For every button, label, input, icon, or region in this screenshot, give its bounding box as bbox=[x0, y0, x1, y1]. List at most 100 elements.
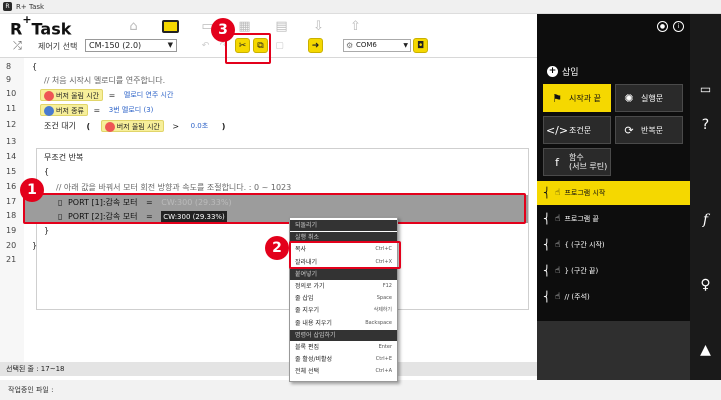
code-line[interactable]: 16 // 아래 값을 바꿔서 모터 회전 방향과 속도를 조절합니다. : 0… bbox=[0, 180, 537, 194]
menu-item-shortcut: Ctrl+A bbox=[375, 368, 392, 375]
operator: > bbox=[172, 121, 180, 131]
value-block[interactable]: 0.0초 bbox=[188, 120, 212, 132]
buzzer-type-block[interactable]: 버저 종류 bbox=[40, 104, 88, 116]
menu-item-shortcut: Ctrl+E bbox=[375, 356, 392, 363]
port-select[interactable]: ⚙ COM6 ▼ bbox=[343, 39, 411, 52]
block-label: 버저 울림 시간 bbox=[116, 123, 160, 131]
code-line[interactable]: 10 버저 울림 시간 = 멜로디 연주 시간 bbox=[0, 87, 537, 101]
category-button[interactable]: ✺ 실행문 bbox=[615, 84, 683, 112]
context-menu-item[interactable]: 전체 선택 Ctrl+A bbox=[290, 366, 397, 377]
context-menu-item[interactable]: 정의로 가기 F12 bbox=[290, 281, 397, 292]
line-number: 8 bbox=[6, 62, 12, 71]
loop-icon: ⟳ bbox=[624, 123, 634, 137]
user-icon[interactable]: ● bbox=[657, 21, 668, 32]
code-line[interactable]: 13 bbox=[0, 135, 537, 149]
shuffle-icon: ⤮ bbox=[13, 39, 22, 52]
footer-bar: 작업중인 파일 : bbox=[0, 380, 721, 400]
controller-select[interactable]: CM-150 (2.0) ▼ bbox=[85, 39, 177, 52]
title-bar: R R+ Task bbox=[0, 0, 721, 14]
context-menu-item[interactable]: 줄 내용 지우기 Backspace bbox=[290, 318, 397, 329]
command-item[interactable]: ⎨ ☝// (주석) bbox=[537, 285, 690, 309]
hand-pointer-icon: ☝ bbox=[555, 266, 561, 276]
code-line[interactable]: 19 } bbox=[0, 224, 537, 238]
command-panel: i ● + 삽입 ⚑ 시작과 끝 ✺ 실행문 </> 조건문 ⟳ 반복문 f 함수 (서브 루틴)… bbox=[537, 14, 690, 380]
menu-item-shortcut: Space bbox=[376, 295, 392, 302]
plus-icon: + bbox=[547, 66, 558, 77]
undo-icon[interactable]: ↶ bbox=[198, 38, 213, 53]
context-menu-item[interactable]: 줄 활성/비활성 Ctrl+E bbox=[290, 354, 397, 365]
context-menu-item[interactable]: 블록 편집 Enter bbox=[290, 342, 397, 353]
hand-pointer-icon: ☝ bbox=[555, 292, 561, 302]
function-icon[interactable]: f bbox=[690, 212, 721, 228]
comment-text: // 처음 시작시 멜로디를 연주합니다. bbox=[44, 76, 166, 85]
context-menu-item[interactable]: 줄 지우기 삭제하기 bbox=[290, 305, 397, 316]
help-icon[interactable]: ? bbox=[690, 117, 721, 133]
callout-badge-2: 2 bbox=[265, 236, 289, 260]
callout-badge-3: 3 bbox=[211, 18, 235, 42]
download-icon[interactable]: ⇩ bbox=[300, 16, 337, 36]
hand-pointer-icon: ☝ bbox=[555, 214, 561, 224]
buzzer-block[interactable]: 버저 울림 시간 bbox=[100, 120, 164, 132]
hand-pointer-icon: ☝ bbox=[555, 188, 561, 198]
info-icon[interactable]: i bbox=[673, 21, 684, 32]
context-menu-item[interactable]: 붙여넣기 bbox=[290, 268, 397, 280]
category-button[interactable]: ⚑ 시작과 끝 bbox=[543, 84, 611, 112]
category-button[interactable]: ⟳ 반복문 bbox=[615, 116, 683, 144]
port-value: COM6 bbox=[356, 41, 377, 49]
line-number: 14 bbox=[6, 152, 17, 161]
command-item[interactable]: ⎨ ☝ 프로그램 끝 bbox=[537, 207, 690, 231]
code-line[interactable]: 14 무조건 반복 bbox=[0, 150, 537, 164]
category-label: 조건문 bbox=[569, 125, 592, 135]
menu-item-shortcut: 삭제하기 bbox=[373, 307, 392, 314]
command-label: 프로그램 끝 bbox=[564, 215, 599, 223]
code-text: { bbox=[32, 62, 38, 71]
buzzer-icon bbox=[44, 91, 54, 101]
code-line[interactable]: 15 { bbox=[0, 165, 537, 179]
menu-item-label: 줄 삽입 bbox=[295, 295, 314, 303]
monitor-device-icon[interactable]: ◘ bbox=[413, 38, 428, 53]
paste-icon[interactable]: ▢ bbox=[272, 38, 287, 53]
buzzer-icon bbox=[104, 122, 115, 132]
command-label: // (주석) bbox=[564, 293, 590, 301]
command-item[interactable]: ⎨ ☝} (구간 끝) bbox=[537, 259, 690, 283]
code-line[interactable]: 11 버저 종류 = 3번 멜로디 (3) bbox=[0, 102, 537, 116]
code-line[interactable]: 12 조건 대기 ( 버저 울림 시간 > 0.0초 ) bbox=[0, 118, 537, 132]
code-line[interactable]: 9 // 처음 시작시 멜로디를 연주합니다. bbox=[0, 73, 537, 87]
warning-icon[interactable]: ▲ bbox=[690, 342, 721, 358]
value-block[interactable]: 멜로디 연주 시간 bbox=[121, 89, 177, 101]
menu-item-label: 명령어 삽입하기 bbox=[295, 331, 336, 339]
menu-item-label: 되돌리기 bbox=[295, 222, 318, 229]
context-menu-item[interactable]: 명령어 삽입하기 bbox=[290, 329, 397, 341]
command-item[interactable]: ⎨ ☝ 프로그램 시작 bbox=[537, 181, 690, 205]
upload-icon[interactable]: ⇧ bbox=[337, 16, 374, 36]
task-mode-icon[interactable] bbox=[152, 16, 189, 36]
wait-keyword: 조건 대기 bbox=[44, 121, 76, 131]
block-label: 버저 울림 시간 bbox=[56, 92, 100, 100]
menu-item-label: 블록 편집 bbox=[295, 344, 319, 351]
value-block[interactable]: 3번 멜로디 (3) bbox=[106, 104, 157, 116]
menu-item-shortcut: Backspace bbox=[365, 319, 392, 326]
home-icon[interactable]: ⌂ bbox=[115, 16, 152, 36]
callout-badge-1: 1 bbox=[20, 178, 44, 202]
menu-item-label: 정의로 가기 bbox=[295, 283, 325, 290]
lightbulb-icon[interactable]: ♀ bbox=[690, 277, 721, 293]
download-program-icon[interactable]: ➜ bbox=[308, 38, 323, 53]
chat-icon[interactable]: ▭ bbox=[690, 82, 721, 96]
command-label: { (구간 시작) bbox=[564, 241, 605, 249]
category-button[interactable]: </> 조건문 bbox=[543, 116, 611, 144]
line-number: 18 bbox=[6, 211, 17, 220]
command-item[interactable]: ⎨ ☝{ (구간 시작) bbox=[537, 233, 690, 257]
status-bar: 선택된 줄 : 17~18 bbox=[0, 362, 537, 376]
line-number: 9 bbox=[6, 75, 12, 84]
category-button[interactable]: f 함수 (서브 루틴) bbox=[543, 148, 611, 176]
context-menu-item[interactable]: 되돌리기 bbox=[290, 220, 397, 231]
buzzer-block[interactable]: 버저 울림 시간 bbox=[40, 89, 104, 101]
working-file-label: 작업중인 파일 : bbox=[8, 386, 54, 394]
menu-item-label: 줄 활성/비활성 bbox=[295, 356, 333, 364]
panel-empty-area bbox=[537, 321, 690, 380]
menu-item-shortcut: Enter bbox=[378, 344, 392, 350]
highlight-box-1 bbox=[23, 193, 526, 224]
category-label: 반복문 bbox=[641, 125, 664, 135]
code-text: { bbox=[44, 167, 50, 176]
context-menu-item[interactable]: 줄 삽입 Space bbox=[290, 293, 397, 304]
